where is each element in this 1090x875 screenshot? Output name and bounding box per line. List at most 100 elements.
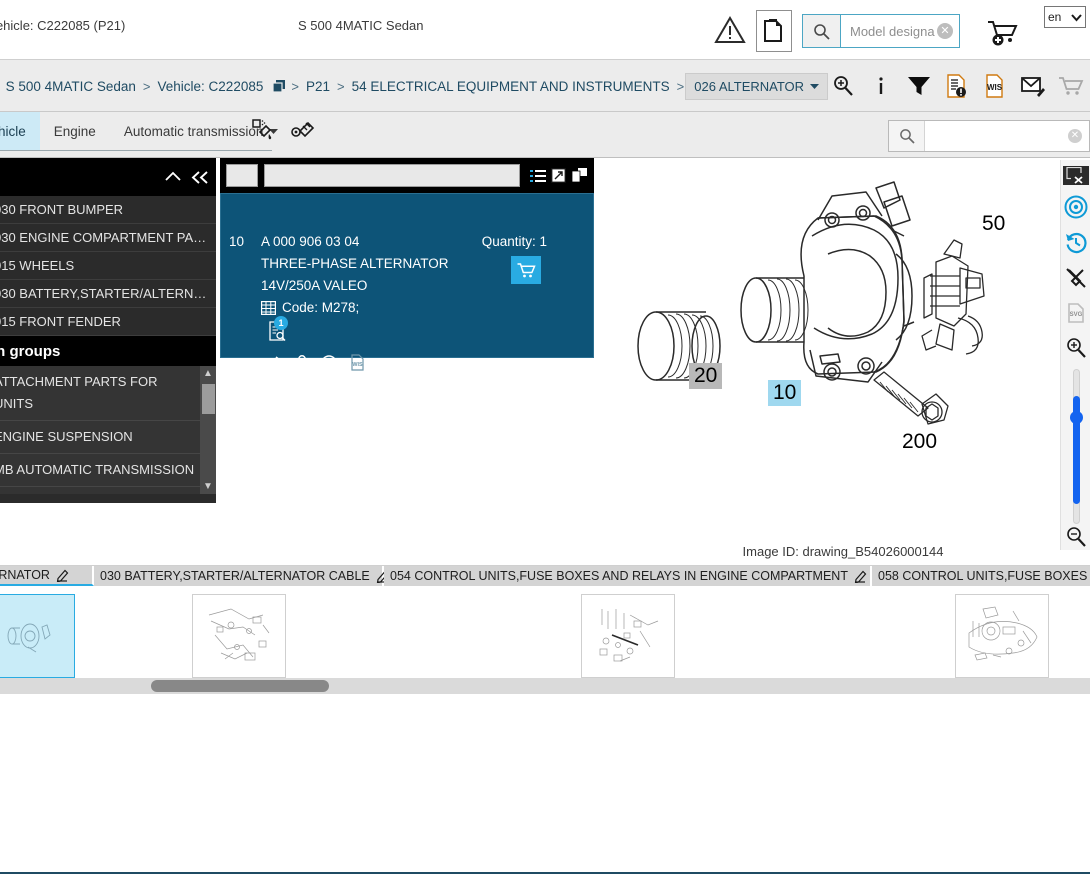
breadcrumb-item-2[interactable]: P21 — [300, 79, 336, 94]
search-icon[interactable] — [803, 15, 841, 47]
callout-20[interactable]: 20 — [689, 363, 723, 389]
breadcrumb-item-0[interactable]: S 500 4MATIC Sedan — [0, 79, 142, 94]
thumbnail-scrollbar-thumb[interactable] — [151, 680, 329, 692]
part-panel: 10 A 000 906 03 04 THREE-PHASE ALTERNATO… — [220, 158, 594, 371]
part-code: Code: M278; — [282, 300, 360, 315]
thumbnail-item-1[interactable]: 030 BATTERY,STARTER/ALTERNATOR CABLE — [94, 566, 389, 678]
tab-engine[interactable]: Engine — [40, 112, 110, 150]
zoom-search-icon[interactable] — [830, 72, 856, 100]
tab-vehicle[interactable]: hicle — [0, 112, 40, 150]
breadcrumb-separator: > — [142, 78, 151, 94]
thumbnail-item-2[interactable]: 054 CONTROL UNITS,FUSE BOXES AND RELAYS … — [384, 566, 872, 678]
model-search[interactable]: Model designa ✕ — [802, 14, 960, 48]
zoom-out-icon[interactable] — [1063, 524, 1089, 550]
duplicate-icon[interactable] — [571, 168, 588, 183]
zoom-slider-knob[interactable] — [1069, 410, 1083, 424]
circle-one-icon[interactable]: 1 — [321, 354, 337, 371]
edit-icon[interactable] — [56, 569, 69, 582]
info-icon[interactable] — [868, 72, 894, 100]
copy-icon[interactable] — [272, 79, 287, 94]
part-panel-pos-box[interactable] — [226, 164, 258, 187]
sidebar-item-3[interactable]: 030 BATTERY,STARTER/ALTERNAT... — [0, 280, 216, 308]
thumbnail-label-3[interactable]: 058 CONTROL UNITS,FUSE BOXES — [872, 566, 1090, 586]
breadcrumb: > S 500 4MATIC Sedan > Vehicle: C222085 … — [0, 60, 829, 112]
edit-icon[interactable] — [854, 570, 867, 583]
tab-extra-icons — [250, 118, 316, 144]
callout-10[interactable]: 10 — [768, 380, 802, 406]
paint-code-icon[interactable] — [250, 118, 276, 144]
thumbnail-item-3[interactable]: 058 CONTROL UNITS,FUSE BOXES — [872, 566, 1090, 678]
svg-text:WIS: WIS — [352, 362, 363, 368]
target-icon[interactable] — [1063, 194, 1089, 220]
warning-triangle-icon[interactable] — [714, 14, 746, 46]
collapse-left-icon[interactable] — [190, 170, 210, 185]
thumbnail-image-0[interactable] — [0, 594, 75, 678]
exchange-icon[interactable] — [265, 355, 282, 370]
model-search-input[interactable]: Model designa ✕ — [841, 15, 959, 47]
scrollbar-thumb[interactable] — [202, 384, 215, 414]
unpin-icon[interactable] — [1063, 264, 1089, 290]
thumbnail-image-1[interactable] — [192, 594, 286, 678]
expand-icon[interactable] — [551, 168, 566, 183]
left-panel-header: 5 — [0, 158, 216, 196]
key-icon[interactable] — [295, 354, 308, 371]
thumbnail-title-2: 054 CONTROL UNITS,FUSE BOXES AND RELAYS … — [390, 569, 848, 583]
thumbnail-image-3[interactable] — [955, 594, 1049, 678]
document-alert-icon[interactable] — [944, 72, 970, 100]
drawing-canvas[interactable]: 20 10 50 200 — [596, 158, 1090, 550]
part-panel-toolbar-icons — [530, 168, 588, 183]
callout-200[interactable]: 200 — [902, 430, 937, 454]
table-icon[interactable] — [261, 300, 276, 315]
sidebar-item-2[interactable]: 015 WHEELS — [0, 252, 216, 280]
cart-add-icon[interactable] — [986, 18, 1022, 46]
breadcrumb-item-3[interactable]: 54 ELECTRICAL EQUIPMENT AND INSTRUMENTS — [346, 79, 676, 94]
thumbnail-image-2[interactable] — [581, 594, 675, 678]
part-card[interactable]: 10 A 000 906 03 04 THREE-PHASE ALTERNATO… — [220, 193, 594, 371]
breadcrumb-toolbar: WIS — [830, 60, 1084, 112]
callout-50[interactable]: 50 — [982, 212, 1005, 236]
breadcrumb-item-4[interactable]: 026 ALTERNATOR — [685, 72, 829, 100]
tab-underline — [0, 150, 272, 151]
wis-icon[interactable]: WIS — [350, 354, 365, 371]
group-scrollbar[interactable]: ▲ ▼ — [200, 366, 216, 494]
scroll-down-icon[interactable]: ▼ — [203, 479, 213, 494]
wis-document-icon[interactable]: WIS — [982, 72, 1008, 100]
thumbnail-label-2[interactable]: 054 CONTROL UNITS,FUSE BOXES AND RELAYS … — [384, 566, 872, 586]
copy-pages-icon[interactable] — [756, 10, 792, 52]
language-select[interactable]: en — [1044, 6, 1086, 28]
filter-icon[interactable] — [906, 72, 932, 100]
zoom-in-icon[interactable] — [1063, 335, 1089, 361]
thumbnail-label-0[interactable]: ALTERNATOR — [0, 566, 94, 586]
group-item-1[interactable]: ENGINE SUSPENSION — [0, 421, 216, 455]
trim-code-icon[interactable] — [290, 118, 316, 144]
add-to-cart-button[interactable] — [511, 256, 541, 284]
clear-icon[interactable]: ✕ — [1068, 129, 1082, 143]
part-search[interactable]: ✕ — [888, 120, 1090, 152]
group-item-3[interactable]: PEDAL ASSEMBLY — [0, 487, 216, 494]
sidebar-item-1[interactable]: 030 ENGINE COMPARTMENT PAN... — [0, 224, 216, 252]
breadcrumb-item-1[interactable]: Vehicle: C222085 — [152, 79, 270, 94]
part-panel-filter-input[interactable] — [264, 164, 520, 187]
collapse-up-icon[interactable] — [164, 170, 182, 184]
part-search-input[interactable]: ✕ — [925, 121, 1089, 151]
part-spec: 14V/250A VALEO — [261, 278, 368, 293]
sidebar-item-0[interactable]: 030 FRONT BUMPER — [0, 196, 216, 224]
group-item-0[interactable]: ATTACHMENT PARTS FOR UNITS — [0, 366, 216, 422]
zoom-slider[interactable] — [1069, 368, 1083, 524]
mail-edit-icon[interactable] — [1020, 72, 1046, 100]
thumbnail-label-1[interactable]: 030 BATTERY,STARTER/ALTERNATOR CABLE — [94, 566, 389, 586]
thumbnail-item-0[interactable]: ALTERNATOR — [0, 566, 94, 678]
close-panel-icon[interactable] — [1062, 166, 1089, 186]
history-undo-icon[interactable] — [1063, 229, 1089, 255]
search-icon[interactable] — [889, 121, 925, 151]
svg-export-icon[interactable]: SVG — [1063, 300, 1089, 326]
scroll-up-icon[interactable]: ▲ — [203, 366, 213, 381]
clear-icon[interactable]: ✕ — [937, 23, 953, 39]
group-item-2[interactable]: MB AUTOMATIC TRANSMISSION — [0, 454, 216, 488]
language-value: en — [1048, 10, 1062, 24]
list-view-icon[interactable] — [530, 169, 546, 183]
cart-icon[interactable] — [1058, 72, 1084, 100]
sidebar-item-4[interactable]: 015 FRONT FENDER — [0, 308, 216, 336]
left-panel: 5 030 FRONT BUMPER 030 ENGINE COMPARTMEN… — [0, 158, 216, 503]
thumbnail-strip: ALTERNATOR — [0, 565, 1090, 695]
